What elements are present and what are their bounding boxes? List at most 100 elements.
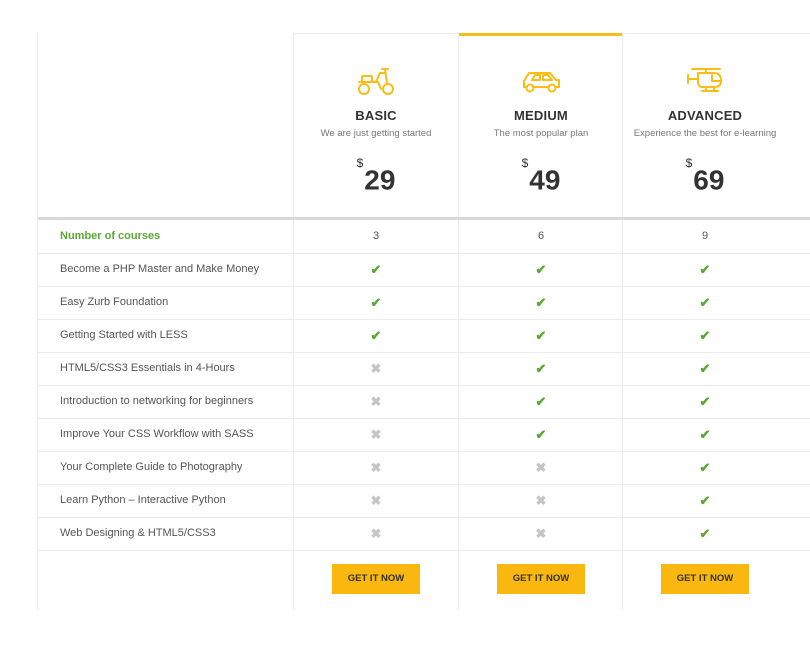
feature-label: Learn Python – Interactive Python	[60, 494, 226, 506]
check-icon: ✔	[370, 328, 382, 343]
table-row: Introduction to networking for beginners…	[38, 385, 810, 419]
feature-label: HTML5/CSS3 Essentials in 4-Hours	[60, 362, 235, 374]
feature-cell: ✔	[459, 418, 623, 453]
pricing-table: BASIC We are just getting started $29 ME…	[37, 33, 810, 610]
check-icon: ✔	[699, 427, 711, 442]
table-row: HTML5/CSS3 Essentials in 4-Hours ✖ ✔ ✔	[38, 352, 810, 386]
price-value: 49	[529, 164, 561, 196]
feature-value: 9	[701, 230, 709, 242]
check-icon: ✔	[535, 361, 547, 376]
feature-cell: ✔	[623, 517, 787, 552]
feature-cell: ✖	[459, 517, 623, 552]
feature-cell: ✔	[459, 352, 623, 387]
feature-cell: ✔	[459, 286, 623, 321]
feature-label: Improve Your CSS Workflow with SASS	[60, 428, 254, 440]
feature-cell: ✔	[623, 319, 787, 354]
feature-cell: ✔	[623, 451, 787, 486]
feature-cell: ✖	[294, 418, 458, 453]
feature-cell: ✔	[623, 418, 787, 453]
feature-cell: ✔	[623, 286, 787, 321]
check-icon: ✔	[699, 361, 711, 376]
check-icon: ✔	[699, 328, 711, 343]
check-icon: ✔	[535, 295, 547, 310]
check-icon: ✔	[699, 460, 711, 475]
plan-price: $49	[459, 155, 623, 200]
currency-symbol: $	[521, 156, 529, 170]
get-it-now-button-basic[interactable]: GET IT NOW	[332, 564, 420, 594]
feature-label: Your Complete Guide to Photography	[60, 461, 243, 473]
table-row: Become a PHP Master and Make Money ✔ ✔ ✔	[38, 253, 810, 287]
cross-icon: ✖	[535, 460, 547, 475]
check-icon: ✔	[535, 427, 547, 442]
get-it-now-button-advanced[interactable]: GET IT NOW	[661, 564, 749, 594]
cross-icon: ✖	[370, 460, 382, 475]
get-it-now-button-medium[interactable]: GET IT NOW	[497, 564, 585, 594]
currency-symbol: $	[685, 156, 693, 170]
check-icon: ✔	[535, 394, 547, 409]
feature-cell: ✖	[294, 352, 458, 387]
cross-icon: ✖	[535, 526, 547, 541]
table-row: Improve Your CSS Workflow with SASS ✖ ✔ ✔	[38, 418, 810, 452]
plan-name: ADVANCED	[667, 108, 743, 123]
feature-cell: ✔	[623, 352, 787, 387]
cross-icon: ✖	[370, 427, 382, 442]
feature-label: Number of courses	[60, 230, 161, 242]
feature-cell: ✖	[294, 385, 458, 420]
plan-price: $69	[623, 155, 787, 200]
table-row: Learn Python – Interactive Python ✖ ✖ ✔	[38, 484, 810, 518]
currency-symbol: $	[356, 156, 364, 170]
feature-cell: ✖	[294, 517, 458, 552]
feature-cell: ✔	[623, 253, 787, 288]
plan-price: $29	[294, 155, 458, 200]
feature-cell: ✖	[459, 451, 623, 486]
feature-cell: ✔	[459, 385, 623, 420]
feature-cell: ✖	[459, 484, 623, 519]
cross-icon: ✖	[370, 361, 382, 376]
price-value: 29	[364, 164, 396, 196]
feature-cell: ✔	[294, 319, 458, 354]
table-row: Getting Started with LESS ✔ ✔ ✔	[38, 319, 810, 353]
cross-icon: ✖	[535, 493, 547, 508]
feature-cell: ✔	[459, 253, 623, 288]
table-row: Your Complete Guide to Photography ✖ ✖ ✔	[38, 451, 810, 485]
plan-subtitle: Experience the best for e-learning	[633, 128, 777, 139]
top-border	[293, 33, 458, 34]
top-border	[622, 33, 810, 34]
feature-cell: ✔	[294, 286, 458, 321]
table-row: Easy Zurb Foundation ✔ ✔ ✔	[38, 286, 810, 320]
helicopter-icon	[623, 63, 787, 97]
feature-cell: ✖	[294, 451, 458, 486]
plan-subtitle: We are just getting started	[320, 128, 432, 139]
feature-label: Introduction to networking for beginners	[60, 395, 254, 407]
plan-name: MEDIUM	[514, 108, 568, 123]
car-icon	[459, 63, 623, 97]
feature-cell: ✔	[623, 484, 787, 519]
feature-cell: ✔	[294, 253, 458, 288]
feature-label: Become a PHP Master and Make Money	[60, 263, 260, 275]
feature-cell: ✔	[459, 319, 623, 354]
check-icon: ✔	[370, 295, 382, 310]
check-icon: ✔	[699, 394, 711, 409]
check-icon: ✔	[699, 493, 711, 508]
price-value: 69	[693, 164, 725, 196]
check-icon: ✔	[370, 262, 382, 277]
feature-label: Web Designing & HTML5/CSS3	[60, 527, 216, 539]
plan-subtitle: The most popular plan	[493, 128, 589, 139]
cross-icon: ✖	[370, 493, 382, 508]
check-icon: ✔	[699, 295, 711, 310]
table-row: Web Designing & HTML5/CSS3 ✖ ✖ ✔	[38, 517, 810, 551]
scooter-icon	[294, 63, 458, 97]
check-icon: ✔	[535, 328, 547, 343]
cross-icon: ✖	[370, 394, 382, 409]
feature-label: Getting Started with LESS	[60, 329, 188, 341]
check-icon: ✔	[699, 526, 711, 541]
feature-cell: ✔	[623, 385, 787, 420]
table-row: Number of courses 3 6 9	[38, 220, 810, 254]
plan-name: BASIC	[355, 108, 397, 123]
feature-cell: ✖	[294, 484, 458, 519]
feature-value: 3	[372, 230, 380, 242]
popular-highlight-bar	[458, 33, 622, 36]
feature-value: 6	[537, 230, 545, 242]
feature-label: Easy Zurb Foundation	[60, 296, 169, 308]
cross-icon: ✖	[370, 526, 382, 541]
